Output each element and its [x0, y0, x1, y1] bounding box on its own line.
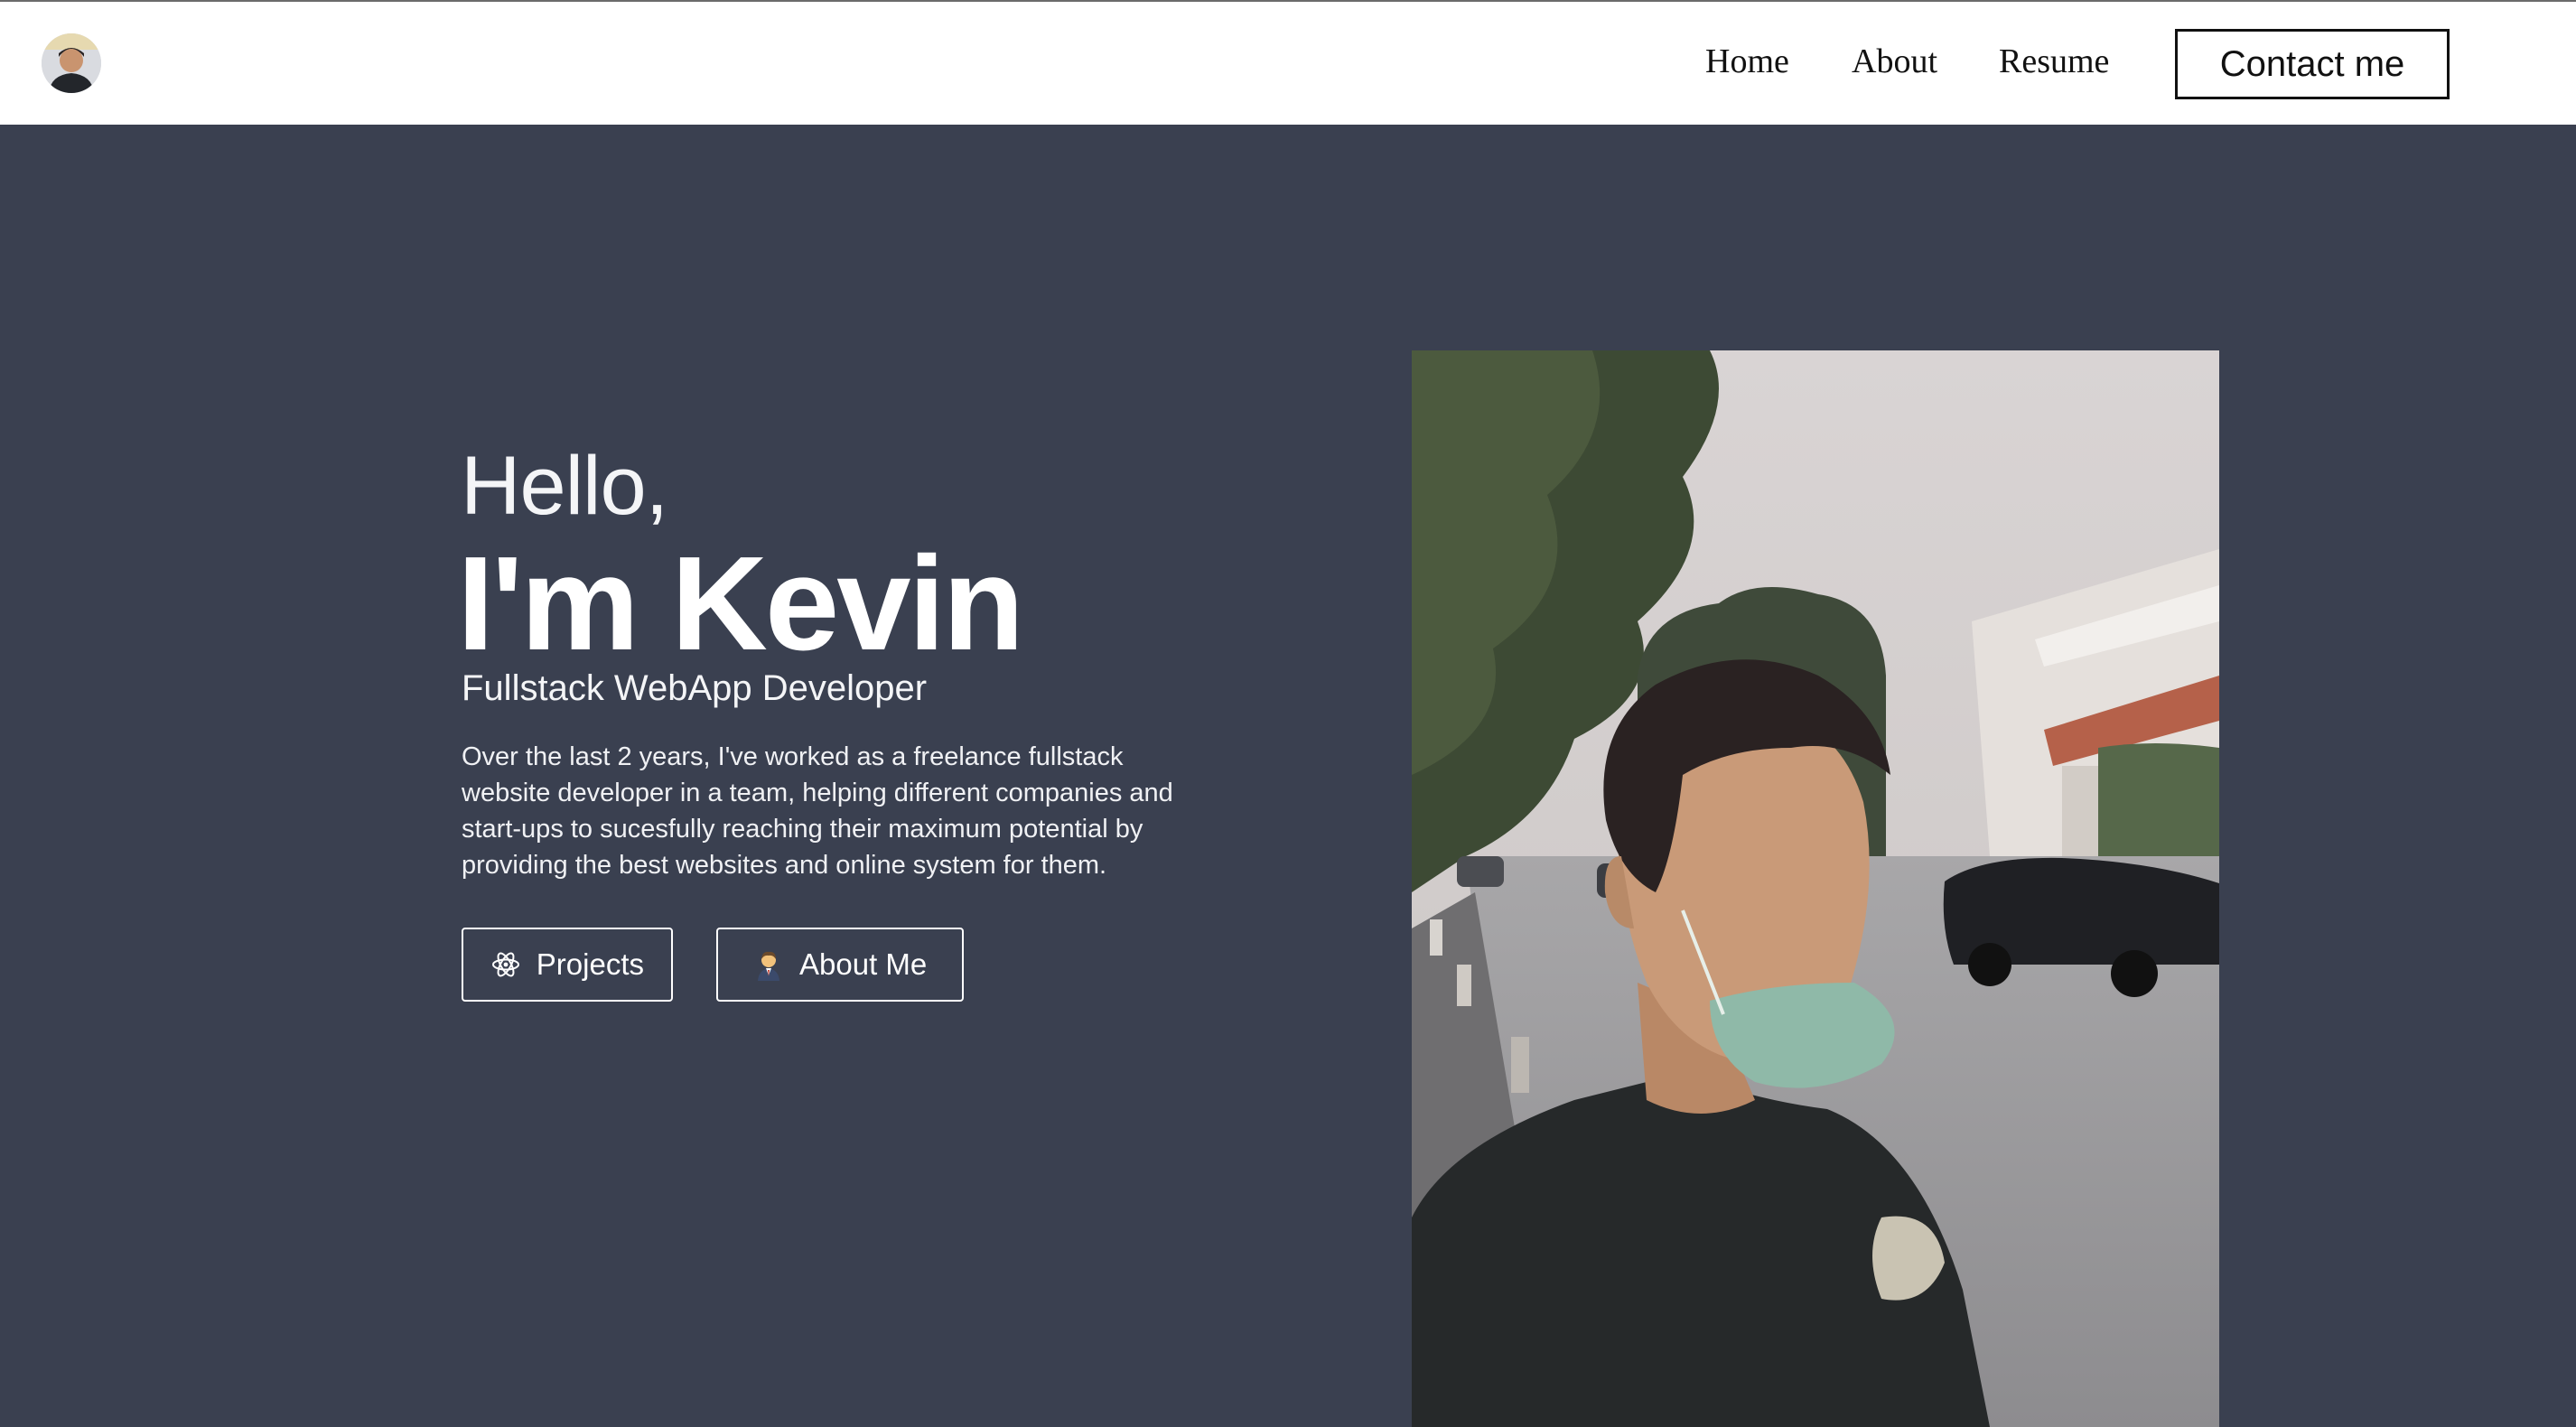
hero-bio: Over the last 2 years, I've worked as a …: [462, 742, 1173, 880]
site-header: Home About Resume Contact me: [0, 2, 2576, 125]
contact-me-button[interactable]: Contact me: [2175, 29, 2450, 99]
person-emoji-icon: [752, 948, 785, 981]
projects-button-label: Projects: [536, 947, 644, 981]
about-me-button-label: About Me: [799, 947, 928, 981]
hero-greeting: Hello,: [461, 440, 668, 532]
about-me-button[interactable]: About Me: [716, 928, 964, 1002]
react-atom-icon: [490, 948, 522, 981]
projects-button[interactable]: Projects: [462, 928, 673, 1002]
profile-photo-image: [1412, 350, 2219, 1427]
nav-home-link[interactable]: Home: [1705, 42, 1789, 81]
avatar-image: [42, 33, 101, 93]
nav-resume-link[interactable]: Resume: [1999, 42, 2109, 81]
hero-role: Fullstack WebApp Developer: [462, 668, 928, 708]
profile-photo: [1412, 350, 2219, 1427]
hero-name: I'm Kevin: [457, 529, 1024, 678]
avatar-logo[interactable]: [42, 33, 101, 93]
nav-about-link[interactable]: About: [1852, 42, 1937, 81]
